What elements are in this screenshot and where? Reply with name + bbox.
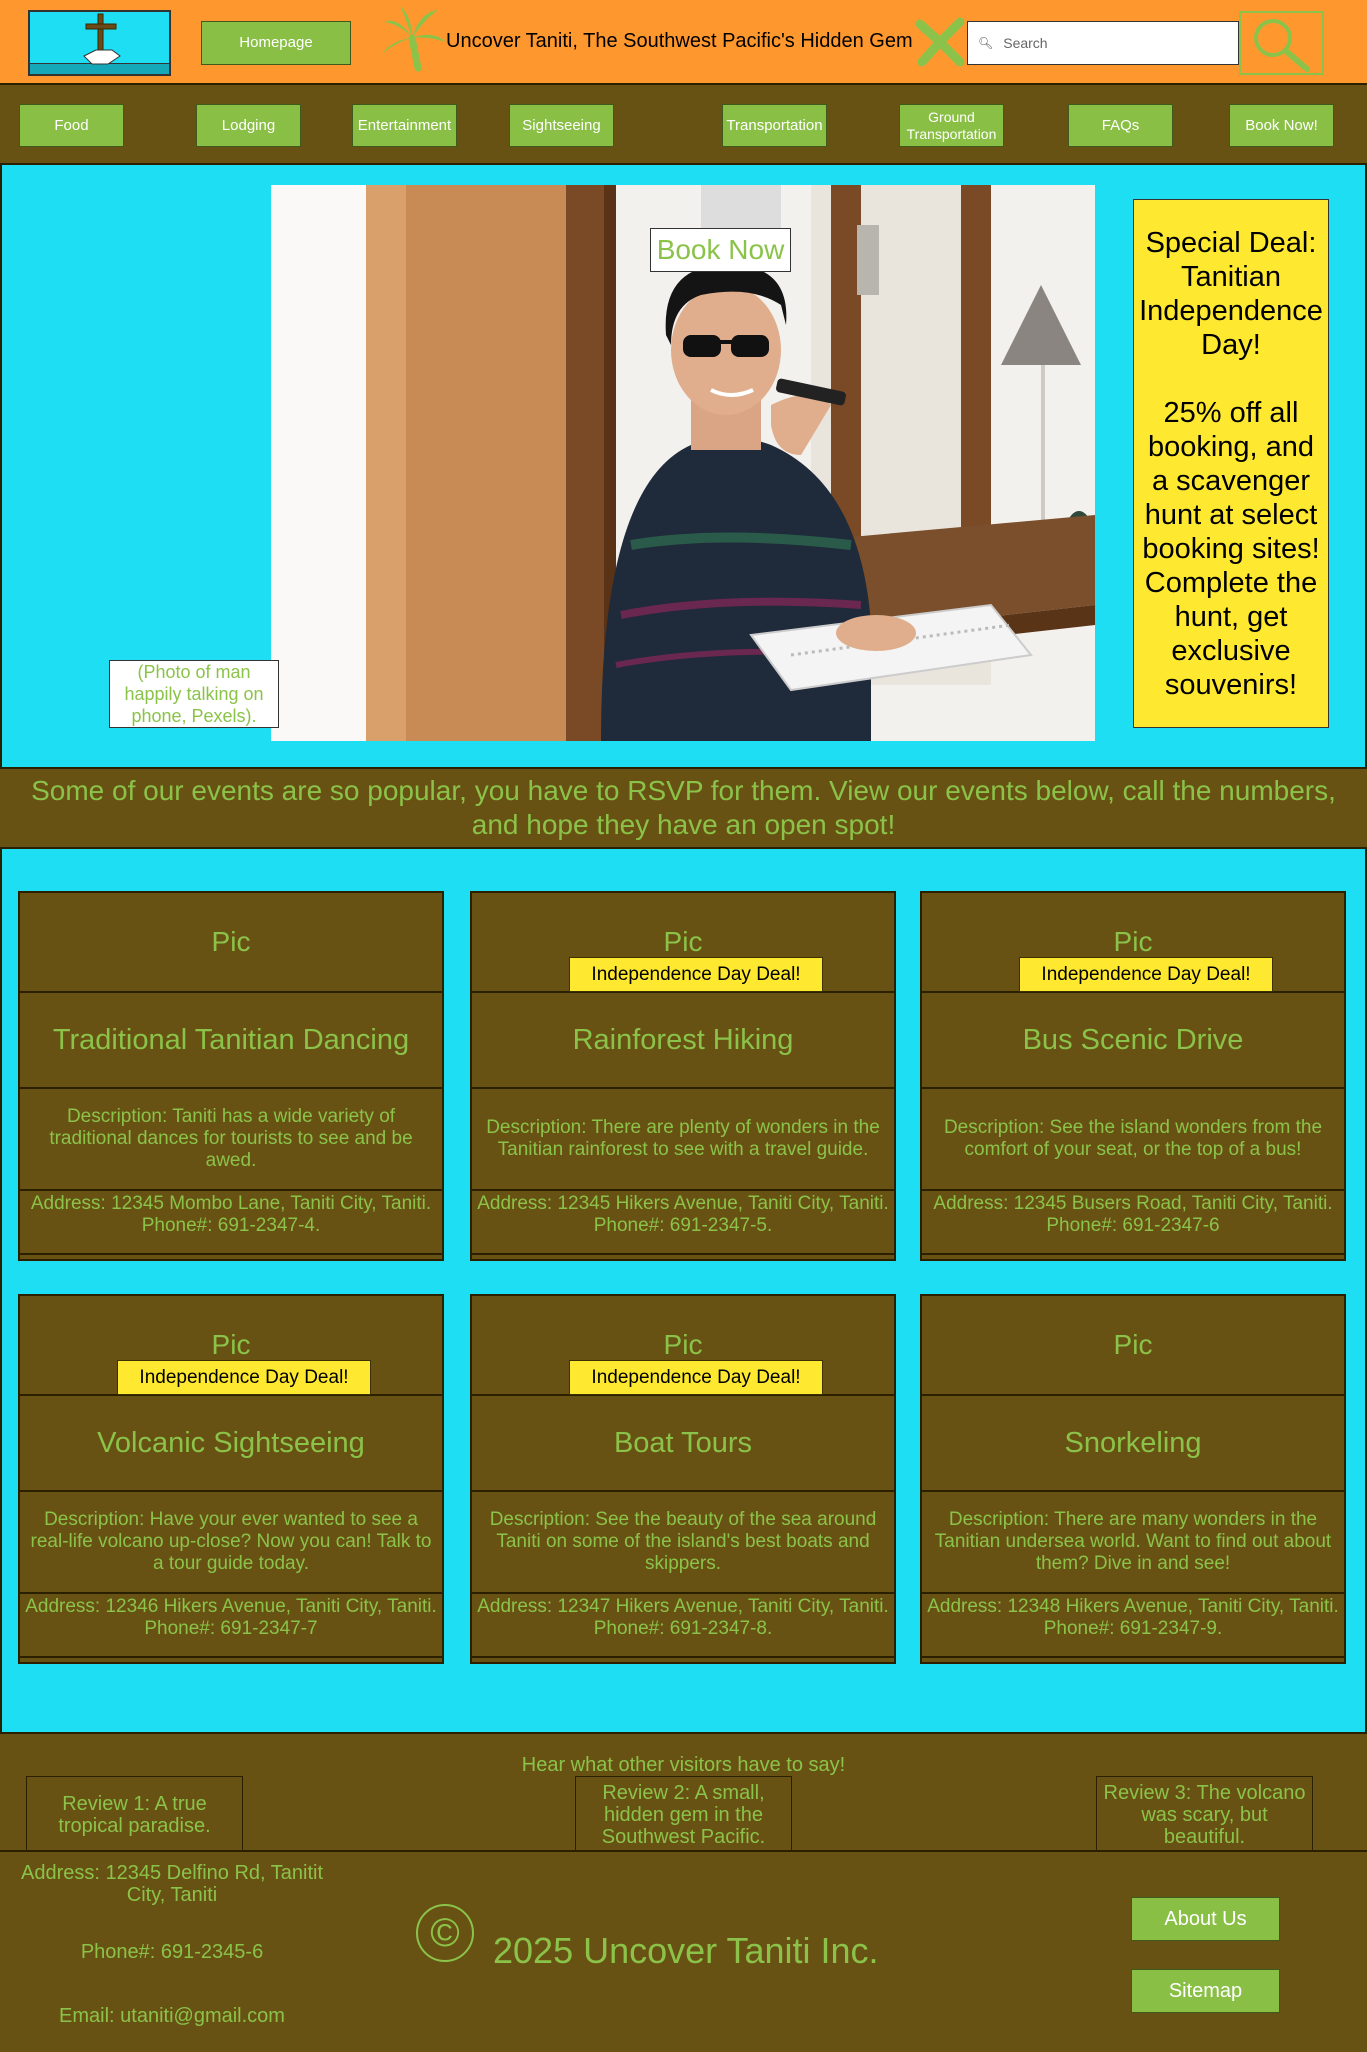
palm-tree-icon (382, 6, 446, 72)
event-address: Address: 12345 Mombo Lane, Taniti City, … (20, 1191, 442, 1255)
copyright-icon: © (416, 1904, 474, 1962)
event-description: Description: Taniti has a wide variety o… (20, 1089, 442, 1191)
nav-transportation[interactable]: Transportation (722, 104, 827, 147)
event-address: Address: 12345 Hikers Avenue, Taniti Cit… (472, 1191, 894, 1255)
footer: Address: 12345 Delfino Rd, Tanitit City,… (0, 1852, 1367, 2052)
event-address: Address: 12347 Hikers Avenue, Taniti Cit… (472, 1594, 894, 1658)
event-card[interactable]: Pic Rainforest Hiking Description: There a… (470, 891, 896, 1261)
event-pic-placeholder: Pic (20, 893, 442, 993)
reviews-section: Hear what other visitors have to say! Re… (0, 1732, 1367, 1854)
event-description: Description: See the beauty of the sea a… (472, 1492, 894, 1594)
footer-email[interactable]: Email: utaniti@gmail.com (16, 2005, 328, 2028)
event-card[interactable]: Pic Traditional Tanitian Dancing Descripti… (18, 891, 444, 1261)
homepage-button[interactable]: Homepage (201, 21, 351, 65)
search-input[interactable]: 🔍︎ Search (967, 21, 1239, 65)
search-small-icon: 🔍︎ (978, 36, 994, 50)
event-address: Address: 12345 Busers Road, Taniti City,… (922, 1191, 1344, 1255)
logo-cross-icon (83, 13, 121, 65)
nav-faqs[interactable]: FAQs (1068, 104, 1173, 147)
site-title: Uncover Taniti, The Southwest Pacific's … (446, 30, 913, 52)
independence-day-deal-badge[interactable]: Independence Day Deal! (569, 957, 823, 992)
nav-book-now[interactable]: Book Now! (1229, 104, 1334, 147)
photo-caption: (Photo of man happily talking on phone, … (109, 660, 279, 728)
event-description: Description: There are many wonders in t… (922, 1492, 1344, 1594)
event-pic-placeholder: Pic (922, 1296, 1344, 1396)
event-title: Traditional Tanitian Dancing (20, 993, 442, 1089)
event-description: Description: There are plenty of wonders… (472, 1089, 894, 1191)
event-card[interactable]: Pic Volcanic Sightseeing Description: Have… (18, 1294, 444, 1664)
event-description: Description: Have your ever wanted to se… (20, 1492, 442, 1594)
hero-book-now-button[interactable]: Book Now (650, 228, 791, 272)
event-title: Snorkeling (922, 1396, 1344, 1492)
sitemap-button[interactable]: Sitemap (1131, 1969, 1280, 2013)
independence-day-deal-badge[interactable]: Independence Day Deal! (569, 1360, 823, 1395)
event-address: Address: 12348 Hikers Avenue, Taniti Cit… (922, 1594, 1344, 1658)
special-deal-title: Special Deal: Tanitian Independence Day! (1139, 226, 1323, 361)
site-logo[interactable] (28, 10, 171, 76)
event-title: Boat Tours (472, 1396, 894, 1492)
copyright-text: 2025 Uncover Taniti Inc. (493, 1930, 879, 1971)
event-title: Rainforest Hiking (472, 993, 894, 1089)
review-card-3[interactable]: Review 3: The volcano was scary, but bea… (1096, 1776, 1313, 1854)
special-deal-body: 25% off all booking, and a scavenger hun… (1142, 396, 1320, 701)
event-card[interactable]: Pic Bus Scenic Drive Description: See the … (920, 891, 1346, 1261)
event-card[interactable]: Pic Boat Tours Description: See the beauty… (470, 1294, 896, 1664)
nav-lodging[interactable]: Lodging (196, 104, 301, 147)
special-deal-box: Special Deal: Tanitian Independence Day!… (1133, 199, 1329, 728)
review-card-2[interactable]: Review 2: A small, hidden gem in the Sou… (575, 1776, 792, 1854)
event-address: Address: 12346 Hikers Avenue, Taniti Cit… (20, 1594, 442, 1658)
nav-entertainment[interactable]: Entertainment (352, 104, 457, 147)
event-title: Volcanic Sightseeing (20, 1396, 442, 1492)
about-us-button[interactable]: About Us (1131, 1897, 1280, 1941)
starfish-icon (915, 17, 965, 67)
nav-food[interactable]: Food (19, 104, 124, 147)
event-description: Description: See the island wonders from… (922, 1089, 1344, 1191)
independence-day-deal-badge[interactable]: Independence Day Deal! (117, 1360, 371, 1395)
nav-ground-transportation[interactable]: Ground Transportation (899, 104, 1004, 147)
rsvp-text: Some of our events are so popular, you h… (31, 775, 1336, 840)
search-icon (1254, 19, 1310, 72)
footer-address: Address: 12345 Delfino Rd, Tanitit City,… (20, 1862, 324, 1906)
search-placeholder: Search (1003, 35, 1048, 51)
event-card[interactable]: Pic Snorkeling Description: There are many… (920, 1294, 1346, 1664)
review-card-1[interactable]: Review 1: A true tropical paradise. (26, 1776, 243, 1854)
reviews-heading: Hear what other visitors have to say! (521, 1754, 846, 1776)
search-button[interactable] (1239, 11, 1324, 75)
event-title: Bus Scenic Drive (922, 993, 1344, 1089)
nav-sightseeing[interactable]: Sightseeing (509, 104, 614, 147)
rsvp-banner: Some of our events are so popular, you h… (0, 767, 1367, 849)
independence-day-deal-badge[interactable]: Independence Day Deal! (1019, 957, 1273, 992)
footer-phone: Phone#: 691-2345-6 (80, 1941, 264, 1963)
